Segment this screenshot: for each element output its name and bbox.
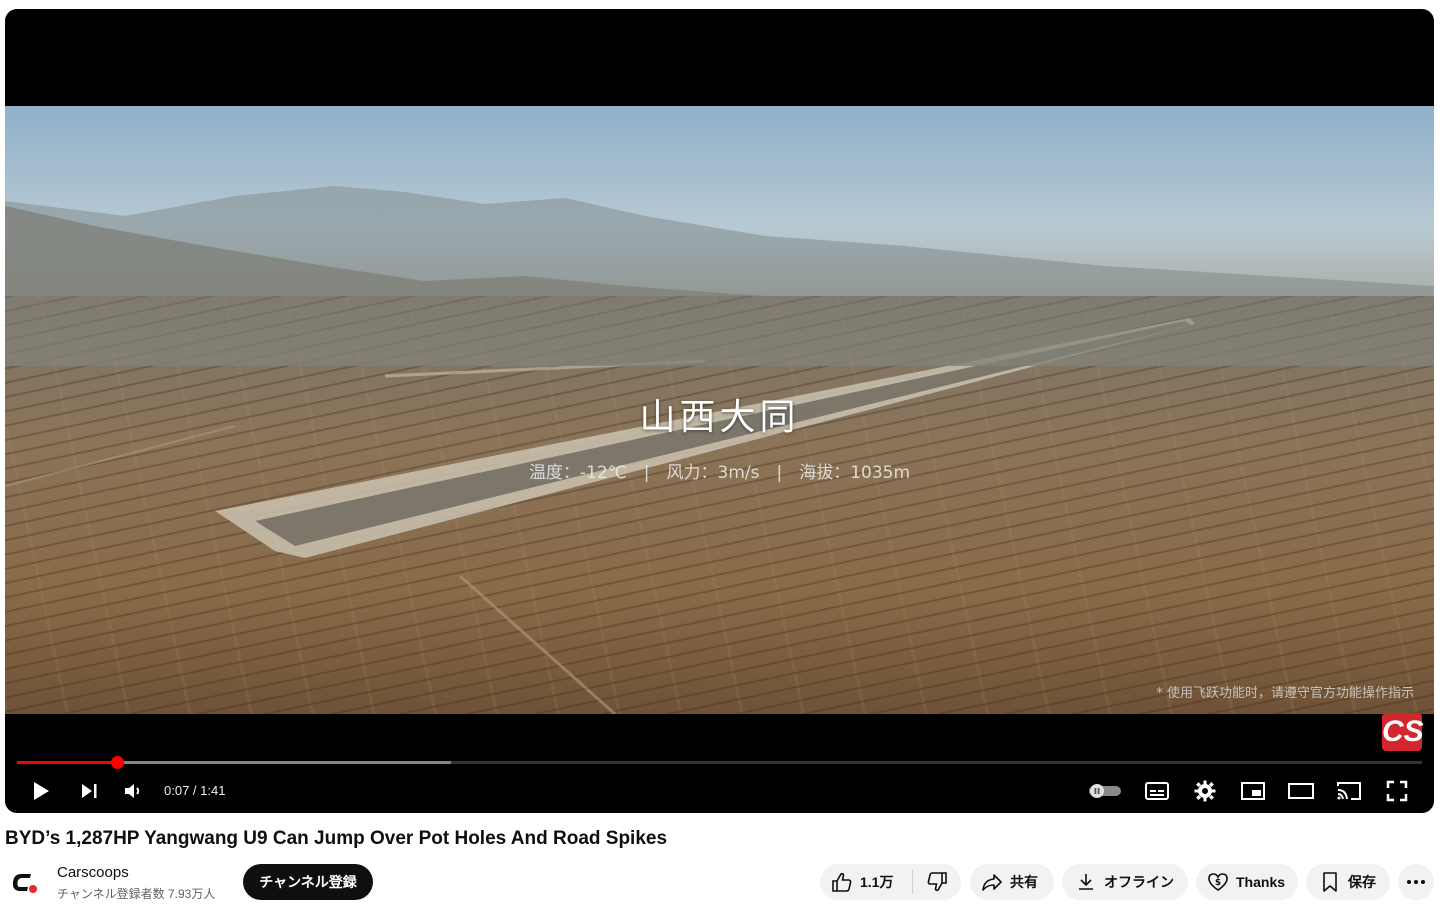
video-disclaimer: * 使用飞跃功能时，请遵守官方功能操作指示 <box>1156 686 1414 701</box>
thumbs-down-icon <box>925 870 949 894</box>
time-display: 0:07 / 1:41 <box>164 783 226 798</box>
subtitles-button[interactable] <box>1143 777 1171 805</box>
thanks-label: Thanks <box>1236 874 1286 890</box>
more-actions-button[interactable] <box>1398 864 1434 900</box>
autoplay-toggle-icon <box>1089 784 1121 798</box>
miniplayer-button[interactable] <box>1239 777 1267 805</box>
fullscreen-button[interactable] <box>1383 777 1411 805</box>
video-location-title: 山西大同 <box>639 397 800 438</box>
skip-next-icon <box>82 784 97 798</box>
theater-mode-button[interactable] <box>1287 777 1315 805</box>
progress-scrubber[interactable] <box>111 756 125 769</box>
thanks-button[interactable]: $ Thanks <box>1196 864 1298 900</box>
channel-watermark[interactable]: CS <box>1382 713 1424 751</box>
download-label: オフライン <box>1104 874 1174 890</box>
cast-icon <box>1337 782 1361 800</box>
cast-button[interactable] <box>1335 777 1363 805</box>
like-count: 1.1万 <box>860 874 894 890</box>
save-button[interactable]: 保存 <box>1306 864 1390 900</box>
bookmark-icon <box>1318 870 1342 894</box>
play-button[interactable] <box>27 777 55 805</box>
volume-icon <box>125 784 140 798</box>
subscribe-button[interactable]: チャンネル登録 <box>243 864 373 900</box>
like-button[interactable]: 1.1万 <box>830 870 912 894</box>
channel-name[interactable]: Carscoops <box>57 864 129 881</box>
progress-played <box>17 761 118 764</box>
next-button[interactable] <box>75 777 103 805</box>
miniplayer-icon <box>1241 782 1265 800</box>
player-controls: 0:07 / 1:41 <box>5 771 1434 811</box>
carscoops-logo-icon <box>12 874 37 893</box>
share-icon <box>980 870 1004 894</box>
more-horizontal-icon <box>1407 880 1425 884</box>
autoplay-toggle[interactable] <box>1087 777 1123 805</box>
share-button[interactable]: 共有 <box>970 864 1054 900</box>
like-dislike-group: 1.1万 <box>820 864 961 900</box>
thumbs-up-icon <box>830 870 854 894</box>
share-label: 共有 <box>1010 874 1038 890</box>
download-icon <box>1074 870 1098 894</box>
mute-button[interactable] <box>119 777 147 805</box>
video-title: BYD’s 1,287HP Yangwang U9 Can Jump Over … <box>5 828 668 849</box>
settings-button[interactable] <box>1191 777 1219 805</box>
dislike-button[interactable] <box>913 870 961 894</box>
channel-avatar[interactable] <box>5 862 45 902</box>
subscriber-count: チャンネル登録者数 7.93万人 <box>57 887 216 901</box>
video-player[interactable]: 山西大同 温度：-12℃ | 风力：3m/s | 海拔：1035m * 使用飞跃… <box>5 9 1434 813</box>
svg-text:$: $ <box>1215 878 1221 888</box>
download-button[interactable]: オフライン <box>1062 864 1188 900</box>
theater-mode-icon <box>1288 783 1314 799</box>
save-label: 保存 <box>1348 874 1376 890</box>
subtitles-icon <box>1145 782 1169 800</box>
video-frame[interactable]: 山西大同 温度：-12℃ | 风力：3m/s | 海拔：1035m * 使用飞跃… <box>5 106 1434 714</box>
atmospheric-haze <box>5 226 1434 366</box>
progress-bar[interactable] <box>17 756 1422 769</box>
video-weather-info: 温度：-12℃ | 风力：3m/s | 海拔：1035m <box>528 463 911 483</box>
play-icon <box>34 782 49 800</box>
super-thanks-icon: $ <box>1206 870 1230 894</box>
fullscreen-icon <box>1386 780 1408 802</box>
gear-icon <box>1194 780 1216 802</box>
